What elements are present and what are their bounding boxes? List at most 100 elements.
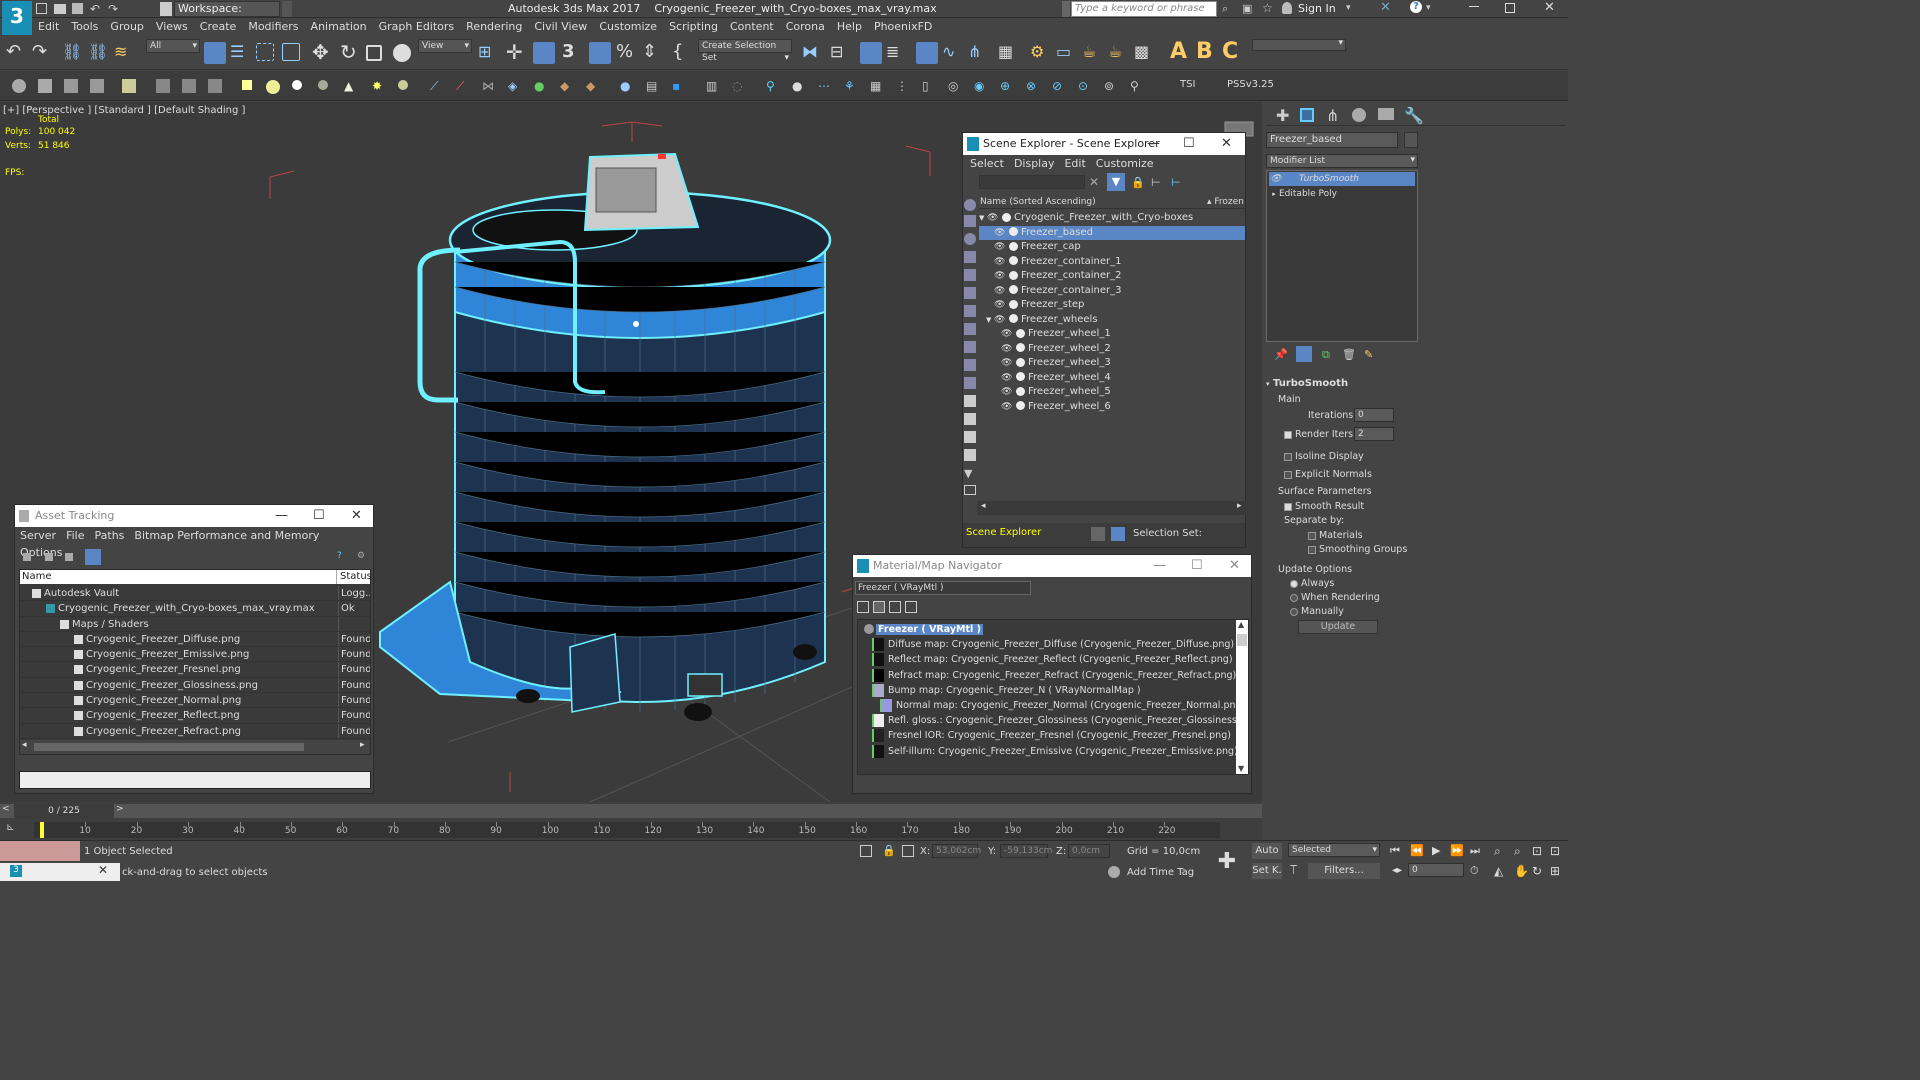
scroll-up-icon[interactable]: ▲ — [1238, 620, 1244, 629]
percent-snap-icon[interactable]: % — [616, 40, 638, 62]
menu-customize[interactable]: Customize — [1091, 155, 1159, 172]
material-root-node[interactable]: Freezer ( VRayMtl ) — [860, 622, 1240, 637]
list-view-icon[interactable] — [23, 553, 31, 561]
display-options-icon[interactable] — [964, 485, 976, 495]
material-map-node[interactable]: Bump map: Cryogenic_Freezer_N ( VRayNorm… — [860, 683, 1240, 698]
pan-view-icon[interactable]: ✋ — [1514, 864, 1529, 878]
material-navigator-titlebar[interactable]: Material/Map Navigator — ☐ ✕ — [853, 555, 1251, 577]
table-row[interactable]: Cryogenic_Freezer_Refract.png Found — [20, 723, 370, 739]
table-view-icon[interactable] — [65, 553, 73, 561]
menu-scripting[interactable]: Scripting — [663, 18, 724, 36]
set-key-button[interactable]: Set K. — [1252, 863, 1282, 879]
render-toggle-icon[interactable] — [1009, 256, 1018, 265]
eye-icon[interactable]: 👁 — [1269, 172, 1283, 186]
eye-icon[interactable]: 👁 — [1001, 385, 1013, 400]
material-map-node[interactable]: Refl. gloss.: Cryogenic_Freezer_Glossine… — [860, 713, 1240, 728]
table-row[interactable]: Maps / Shaders — [20, 616, 370, 632]
remove-modifier-icon[interactable]: 🗑 — [1342, 348, 1356, 361]
asset-tracking-titlebar[interactable]: Asset Tracking — ☐ ✕ — [15, 505, 373, 527]
light-icon[interactable] — [242, 80, 252, 90]
render-toggle-icon[interactable] — [1016, 357, 1025, 367]
scene-node[interactable]: 👁 Freezer_wheel_3 — [979, 356, 1245, 371]
manually-radio[interactable] — [1290, 607, 1298, 616]
mirror-icon[interactable]: ⧓ — [802, 42, 824, 64]
eye-icon[interactable]: 👁 — [994, 313, 1006, 328]
scene-node[interactable]: 👁 Freezer_step — [979, 298, 1245, 313]
set-key-icon[interactable]: ✚ — [1214, 849, 1240, 875]
table-row[interactable]: Cryogenic_Freezer_Fresnel.png Found — [20, 662, 370, 678]
material-map-node[interactable]: Self-illum: Cryogenic_Freezer_Emissive (… — [860, 744, 1240, 759]
lock-icon[interactable]: 🔒 — [882, 844, 896, 857]
tool-icon[interactable]: ◎ — [948, 79, 962, 93]
asset-table-hscroll[interactable]: ◂ ▸ — [20, 740, 370, 754]
table-row[interactable]: Cryogenic_Freezer_Reflect.png Found — [20, 708, 370, 724]
tool-icon[interactable]: ⊗ — [1026, 79, 1040, 93]
rollout-header[interactable]: ▾ TurboSmooth — [1266, 378, 1348, 389]
tool-icon[interactable] — [156, 79, 170, 93]
curve-editor-toggle-icon[interactable]: ⊾ — [6, 822, 26, 838]
render-toggle-icon[interactable] — [1016, 328, 1025, 338]
tool-icon[interactable]: ● — [620, 79, 634, 93]
select-by-name-icon[interactable]: ☰ — [230, 42, 252, 64]
maxscript-listener[interactable] — [0, 841, 80, 861]
render-setup-icon[interactable]: ⚙ — [1030, 42, 1052, 64]
eye-icon[interactable]: 👁 — [994, 255, 1006, 270]
menu-group[interactable]: Group — [104, 18, 150, 36]
goto-end-icon[interactable]: ⏭ — [1470, 844, 1480, 858]
tool-icon[interactable]: ⚲ — [766, 79, 780, 93]
project-folder-icon[interactable] — [160, 2, 172, 16]
add-time-tag[interactable]: Add Time Tag — [1127, 867, 1194, 878]
infocenter-collapse-button[interactable] — [1062, 1, 1070, 17]
workspace-dropdown[interactable]: Workspace: Default▾ — [174, 1, 280, 29]
refresh-icon[interactable]: ? — [337, 551, 342, 561]
select-object-icon[interactable] — [204, 42, 226, 64]
menu-phoenixfd[interactable]: PhoenixFD — [868, 18, 938, 36]
current-frame-field[interactable]: 0 — [1408, 863, 1464, 877]
display-tab-icon[interactable] — [1378, 108, 1394, 120]
invert-filter-icon[interactable] — [964, 449, 976, 461]
column-frozen-header[interactable]: ▴ Frozen — [1207, 195, 1244, 209]
maximize-icon[interactable]: ☐ — [1191, 555, 1203, 577]
xref-filter-icon[interactable] — [964, 323, 976, 335]
sign-in-link[interactable]: Sign In — [1298, 0, 1336, 18]
tool-icon[interactable] — [90, 79, 104, 93]
time-slider-thumb[interactable]: 0 / 225 — [14, 804, 114, 818]
menu-server[interactable]: Server — [15, 527, 61, 544]
object-name-field[interactable]: Freezer_based — [1266, 132, 1398, 148]
material-map-node[interactable]: Fresnel IOR: Cryogenic_Freezer_Fresnel (… — [860, 728, 1240, 743]
light-icon[interactable]: ▲ — [344, 79, 358, 93]
x-coordinate-field[interactable]: 53,062cm — [932, 844, 981, 858]
menu-select[interactable]: Select — [965, 155, 1009, 172]
update-button[interactable]: Update — [1298, 620, 1378, 634]
play-icon[interactable]: ▶ — [1432, 844, 1440, 857]
minimize-icon[interactable] — [1469, 6, 1479, 7]
smooth-result-checkbox[interactable] — [1284, 502, 1292, 511]
collapse-icon[interactable]: ▼ — [979, 211, 987, 226]
status-view-icon[interactable] — [85, 549, 101, 565]
motion-tab-icon[interactable] — [1352, 108, 1366, 122]
table-row[interactable]: Cryogenic_Freezer_Emissive.png Found — [20, 647, 370, 663]
exchange-apps-icon[interactable]: ✕ — [1380, 0, 1391, 15]
pin-stack-icon[interactable]: 📌 — [1274, 348, 1288, 361]
key-filter-dropdown[interactable]: Selected ▾ — [1288, 843, 1380, 857]
menu-edit[interactable]: Edit — [1059, 155, 1090, 172]
menu-content[interactable]: Content — [724, 18, 780, 36]
maxscript-mini-listener[interactable]: 3 ✕ — [0, 863, 120, 881]
make-unique-icon[interactable]: ⧉ — [1322, 348, 1330, 362]
toolbar-dropdown[interactable]: ▾ — [1252, 38, 1346, 51]
material-tree-vscroll[interactable]: ▲ ▼ — [1236, 620, 1248, 774]
render-in-cloud-icon[interactable]: ▩ — [1134, 42, 1156, 64]
iterations-spinner[interactable]: 0 — [1354, 408, 1394, 422]
scene-node[interactable]: 👁 Freezer_container_3 — [979, 284, 1245, 299]
scene-node[interactable]: 👁 Freezer_based — [979, 225, 1245, 240]
render-toggle-icon[interactable] — [1016, 343, 1025, 352]
minimize-icon[interactable]: — — [275, 505, 288, 527]
eye-icon[interactable]: 👁 — [994, 269, 1006, 284]
zoom-all-icon[interactable]: ⌕ — [1514, 844, 1521, 859]
freezer-model[interactable] — [379, 152, 832, 721]
eye-icon[interactable]: 👁 — [1001, 327, 1013, 342]
app-logo[interactable]: 3 — [2, 1, 32, 35]
modify-tab-icon[interactable] — [1300, 108, 1314, 122]
help-icon[interactable]: ? — [1410, 1, 1422, 13]
column-name-header[interactable]: Name (Sorted Ascending) — [980, 195, 1096, 209]
